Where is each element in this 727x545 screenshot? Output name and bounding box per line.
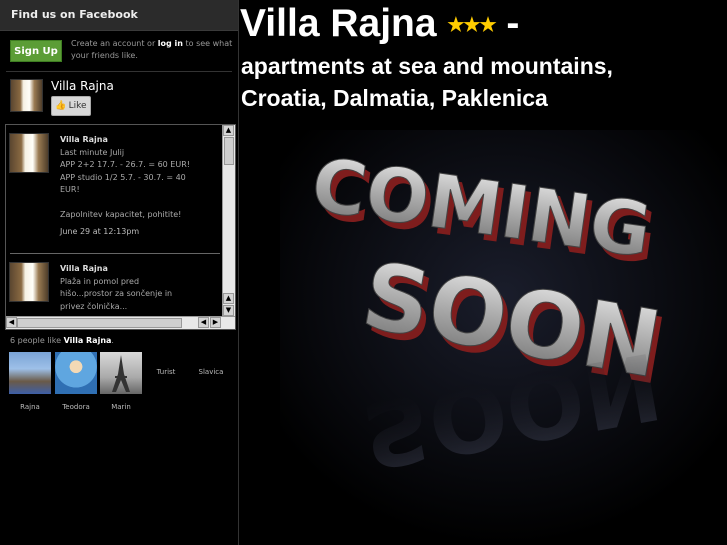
signup-text: Create an account or log in to see what … (71, 38, 241, 62)
fan-name[interactable]: Slavica (190, 368, 232, 376)
vertical-scrollbar[interactable]: ▲ ▲ ▼ (222, 125, 235, 318)
fans-count-text: 6 people like (10, 336, 64, 345)
scroll-left-icon[interactable]: ◀ (6, 317, 17, 328)
scroll-up-icon[interactable]: ▲ (223, 293, 234, 304)
signup-text-part: Create an account or (71, 39, 158, 48)
post-line (60, 197, 220, 210)
fans-count: 6 people like Villa Rajna. (10, 336, 114, 345)
post-line: Last minute Julij (60, 147, 125, 157)
post-line: APP 2+2 17.7. - 26.7. = 60 EUR! (60, 160, 190, 169)
site-name: Villa Rajna (240, 2, 437, 45)
post-line: hišo...prostor za sončenje in (60, 289, 173, 298)
horizontal-scrollbar[interactable]: ◀ ◀ ▶ (6, 316, 235, 329)
facebook-widget: Find us on Facebook Sign Up Create an ac… (0, 0, 239, 545)
star-rating-icon: ★★★ (447, 15, 496, 37)
post-author[interactable]: Villa Rajna (60, 134, 220, 147)
subtitle-line: Croatia, Dalmatia, Paklenica (241, 85, 548, 111)
post-stream[interactable]: Villa Rajna Last minute Julij APP 2+2 17… (5, 124, 236, 330)
divider (6, 71, 232, 72)
fan-avatar[interactable] (100, 352, 142, 394)
page-row: Villa Rajna 👍 Like (10, 79, 235, 119)
subtitle-line: apartments at sea and mountains, (241, 53, 613, 79)
fan-item[interactable]: Turist (145, 352, 187, 376)
like-label: Like (68, 101, 87, 111)
page-subtitle: apartments at sea and mountains, Croatia… (241, 50, 727, 114)
post-body: Villa Rajna Plaža in pomol pred hišo...p… (60, 263, 220, 313)
post-line: privez čolnička... (60, 301, 128, 311)
post-avatar[interactable] (9, 262, 49, 302)
scroll-up-icon[interactable]: ▲ (223, 125, 234, 136)
title-dash: - (506, 2, 520, 45)
post-author[interactable]: Villa Rajna (60, 263, 220, 276)
scroll-right-icon[interactable]: ▶ (210, 317, 221, 328)
post-line: APP studio 1/2 5.7. - 30.7. = 40 (60, 172, 186, 182)
like-button[interactable]: 👍 Like (51, 96, 91, 116)
fan-item[interactable]: Marin (100, 352, 142, 411)
fan-item[interactable]: Rajna (9, 352, 51, 411)
page-title: Villa Rajna ★★★ - (240, 2, 519, 46)
fan-name[interactable]: Teodora (55, 403, 97, 411)
signup-row: Sign Up Create an account or log in to s… (10, 38, 232, 64)
fan-name[interactable]: Rajna (9, 403, 51, 411)
thumbs-up-icon: 👍 (55, 101, 67, 111)
coming-soon-graphic: COMING COMING SOON SOON SOON (280, 130, 727, 545)
signup-button[interactable]: Sign Up (10, 40, 62, 62)
fan-avatar[interactable] (55, 352, 97, 394)
post-body: Villa Rajna Last minute Julij APP 2+2 17… (60, 134, 220, 238)
horizontal-scroll-thumb[interactable] (17, 318, 182, 328)
post-line: Plaža in pomol pred (60, 276, 140, 286)
post-time[interactable]: June 29 at 12:13pm (60, 226, 220, 239)
fans-page-link[interactable]: Villa Rajna (64, 336, 112, 345)
fans-count-text: . (111, 336, 114, 345)
post-line: EUR! (60, 185, 80, 194)
fan-item[interactable]: Slavica (190, 352, 232, 376)
post-line: Zapolnitev kapacitet, pohitite! (60, 210, 182, 219)
scroll-left-icon[interactable]: ◀ (198, 317, 209, 328)
fan-item[interactable]: Teodora (55, 352, 97, 411)
login-link[interactable]: log in (158, 39, 183, 48)
fan-avatar[interactable] (9, 352, 51, 394)
scroll-down-icon[interactable]: ▼ (223, 305, 234, 316)
widget-heading: Find us on Facebook (0, 0, 238, 31)
fan-name[interactable]: Turist (145, 368, 187, 376)
page-avatar[interactable] (10, 79, 43, 112)
fan-name[interactable]: Marin (100, 403, 142, 411)
post-avatar[interactable] (9, 133, 49, 173)
eiffel-tower-icon (112, 355, 130, 392)
post-divider (10, 253, 220, 254)
page-name-link[interactable]: Villa Rajna (51, 79, 114, 93)
vertical-scroll-thumb[interactable] (224, 137, 234, 165)
